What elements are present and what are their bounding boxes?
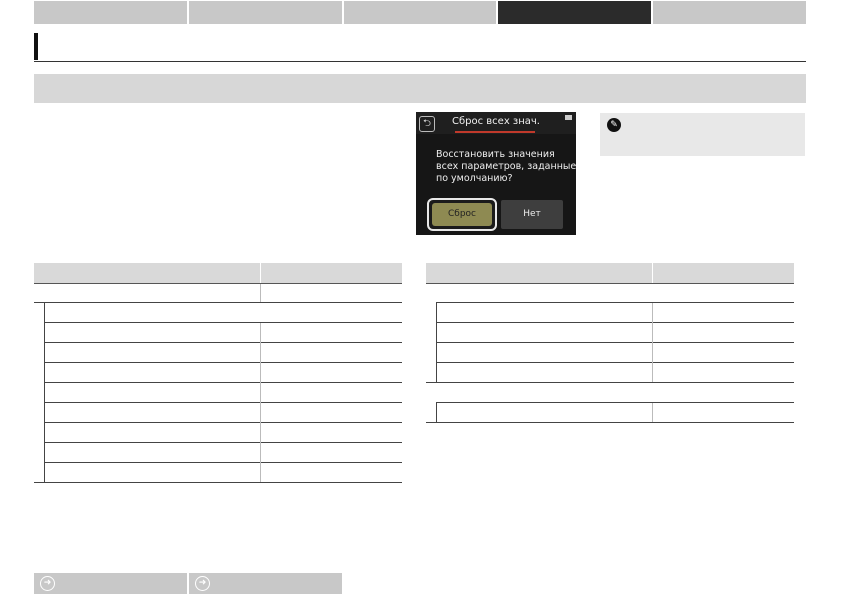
left-table-row-line [44, 322, 402, 323]
bottom-nav: ➜ ➜ [34, 573, 344, 594]
right-table-row-line [426, 382, 794, 383]
left-table-row-line [44, 422, 402, 423]
confirm-message-line-1: Восстановить значения [436, 149, 555, 160]
left-table-col-divider [260, 323, 261, 482]
left-table-row-line [44, 362, 402, 363]
pencil-icon: ✎ [607, 118, 621, 132]
note-box: ✎ [600, 113, 805, 156]
section-bar [34, 74, 806, 103]
reset-button[interactable]: Сброс [427, 198, 497, 231]
nav-tab-2[interactable] [188, 1, 342, 24]
left-table-col-divider [260, 284, 261, 302]
right-table-header-divider [652, 263, 653, 283]
right-table-row-line [436, 302, 794, 303]
right-table-row-line [436, 362, 794, 363]
right-table-col-divider [652, 303, 653, 382]
right-table-row-line [436, 322, 794, 323]
nav-tab-3[interactable] [343, 1, 497, 24]
left-table-row-line [44, 442, 402, 443]
bottom-nav-button-1[interactable]: ➜ [34, 573, 187, 594]
camera-screen-title: Сброс всех знач. [451, 116, 540, 127]
confirm-message-line-2: всех параметров, заданные [436, 161, 576, 172]
battery-icon [565, 115, 572, 120]
arrow-right-circle-icon: ➜ [195, 576, 210, 591]
arrow-right-circle-icon: ➜ [40, 576, 55, 591]
nav-tab-5[interactable] [653, 1, 806, 24]
left-table-header [34, 263, 402, 284]
heading-marker [34, 33, 38, 60]
nav-tab-1[interactable] [34, 1, 187, 24]
left-table-row-line [44, 342, 402, 343]
right-table-col-divider [652, 403, 653, 422]
right-table-header [426, 263, 794, 284]
left-table-indent-line [44, 303, 45, 483]
left-table-row-line [34, 302, 402, 303]
left-table-header-divider [260, 263, 261, 283]
right-table-indent-line [436, 402, 437, 422]
reset-button-label: Сброс [432, 203, 492, 226]
left-table-row-line [44, 382, 402, 383]
left-table-bottom-line [34, 482, 402, 483]
camera-screen: ⮌ Сброс всех знач. Восстановить значения… [416, 112, 576, 235]
page-heading [34, 33, 806, 62]
confirm-message: Восстановить значения всех параметров, з… [436, 149, 576, 185]
nav-tab-4-active[interactable] [498, 1, 652, 24]
left-table-row-line [44, 462, 402, 463]
right-table-row-line [436, 342, 794, 343]
left-table-row-line [44, 402, 402, 403]
right-table-bottom-line [426, 422, 794, 423]
top-nav-tabs [34, 1, 806, 24]
title-underline [455, 131, 535, 133]
right-table-row-line [436, 402, 794, 403]
no-button[interactable]: Нет [501, 200, 563, 229]
confirm-message-line-3: по умолчанию? [436, 173, 513, 184]
bottom-nav-button-2[interactable]: ➜ [189, 573, 342, 594]
